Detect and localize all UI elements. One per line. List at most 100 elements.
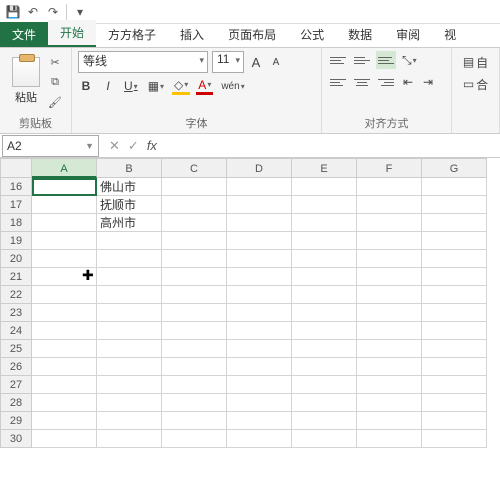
- tab-insert[interactable]: 插入: [168, 22, 216, 47]
- font-name-select[interactable]: 等线: [78, 51, 208, 73]
- cell[interactable]: [97, 232, 162, 250]
- cell[interactable]: [97, 358, 162, 376]
- row-header[interactable]: 19: [0, 232, 32, 250]
- tab-fangfanggezi[interactable]: 方方格子: [96, 22, 168, 47]
- cell[interactable]: [422, 268, 487, 286]
- cell[interactable]: [227, 304, 292, 322]
- row-header[interactable]: 17: [0, 196, 32, 214]
- cell[interactable]: [422, 232, 487, 250]
- cell[interactable]: [357, 250, 422, 268]
- cell[interactable]: [227, 340, 292, 358]
- row-header[interactable]: 21: [0, 268, 32, 286]
- name-box[interactable]: A2 ▼: [2, 135, 99, 157]
- cell[interactable]: [162, 196, 227, 214]
- cell[interactable]: [162, 268, 227, 286]
- column-header[interactable]: C: [162, 158, 227, 178]
- redo-icon[interactable]: ↷: [44, 3, 62, 21]
- copy-icon[interactable]: ⧉: [46, 73, 64, 91]
- cell[interactable]: [422, 286, 487, 304]
- cell[interactable]: [32, 322, 97, 340]
- select-all-corner[interactable]: [0, 158, 32, 178]
- cell[interactable]: [227, 268, 292, 286]
- row-header[interactable]: 23: [0, 304, 32, 322]
- cell[interactable]: [422, 196, 487, 214]
- align-center-button[interactable]: [352, 73, 372, 91]
- save-icon[interactable]: 💾: [4, 3, 22, 21]
- cell[interactable]: [292, 322, 357, 340]
- decrease-indent-button[interactable]: ⇤: [400, 73, 416, 91]
- cell[interactable]: [162, 232, 227, 250]
- cell[interactable]: [97, 268, 162, 286]
- align-bottom-button[interactable]: [376, 51, 396, 69]
- cell[interactable]: [357, 322, 422, 340]
- cell[interactable]: [32, 286, 97, 304]
- cell[interactable]: [227, 394, 292, 412]
- cell[interactable]: [292, 268, 357, 286]
- italic-button[interactable]: I: [100, 77, 116, 95]
- cell[interactable]: [97, 394, 162, 412]
- chevron-down-icon[interactable]: ▼: [85, 141, 94, 151]
- cell[interactable]: [97, 286, 162, 304]
- column-header[interactable]: B: [97, 158, 162, 178]
- cell[interactable]: [357, 430, 422, 448]
- cell[interactable]: [162, 430, 227, 448]
- cell[interactable]: [357, 412, 422, 430]
- cell[interactable]: [292, 430, 357, 448]
- cell[interactable]: [227, 196, 292, 214]
- cell[interactable]: [32, 304, 97, 322]
- cell[interactable]: [162, 412, 227, 430]
- tab-file[interactable]: 文件: [0, 22, 48, 47]
- row-header[interactable]: 22: [0, 286, 32, 304]
- format-painter-icon[interactable]: 🖌: [46, 93, 64, 111]
- cell[interactable]: [32, 268, 97, 286]
- column-header[interactable]: A: [32, 158, 97, 178]
- cell[interactable]: [422, 340, 487, 358]
- cell[interactable]: [357, 232, 422, 250]
- row-header[interactable]: 16: [0, 178, 32, 196]
- cell[interactable]: [227, 250, 292, 268]
- cell[interactable]: [227, 178, 292, 196]
- qat-dropdown-icon[interactable]: ▾: [71, 3, 89, 21]
- cell[interactable]: [162, 376, 227, 394]
- cell[interactable]: [32, 214, 97, 232]
- paste-button[interactable]: 粘贴: [6, 51, 46, 111]
- border-button[interactable]: ▦: [146, 77, 166, 95]
- cell[interactable]: [422, 376, 487, 394]
- row-header[interactable]: 27: [0, 376, 32, 394]
- cell[interactable]: [357, 268, 422, 286]
- cell[interactable]: [32, 430, 97, 448]
- merge-button[interactable]: ▭合: [458, 75, 493, 93]
- cell[interactable]: [292, 304, 357, 322]
- orientation-button[interactable]: ⤡: [400, 51, 419, 69]
- cell[interactable]: [292, 376, 357, 394]
- cell[interactable]: [162, 394, 227, 412]
- cell[interactable]: [97, 376, 162, 394]
- cell[interactable]: [32, 232, 97, 250]
- tab-formula[interactable]: 公式: [288, 22, 336, 47]
- cut-icon[interactable]: ✂: [46, 53, 64, 71]
- cell[interactable]: [162, 178, 227, 196]
- cell[interactable]: [422, 394, 487, 412]
- cell[interactable]: [422, 250, 487, 268]
- row-header[interactable]: 28: [0, 394, 32, 412]
- increase-font-icon[interactable]: A: [248, 53, 264, 71]
- cell[interactable]: [162, 214, 227, 232]
- cell[interactable]: [292, 196, 357, 214]
- cell[interactable]: [32, 412, 97, 430]
- cell[interactable]: [227, 214, 292, 232]
- cell[interactable]: [162, 250, 227, 268]
- cell[interactable]: [292, 250, 357, 268]
- tab-view[interactable]: 视: [432, 22, 468, 47]
- cell[interactable]: [357, 286, 422, 304]
- cell[interactable]: [97, 412, 162, 430]
- cell[interactable]: [292, 232, 357, 250]
- cancel-formula-icon[interactable]: ✕: [109, 138, 120, 154]
- cell[interactable]: [32, 340, 97, 358]
- undo-icon[interactable]: ↶: [24, 3, 42, 21]
- cell[interactable]: [227, 430, 292, 448]
- tab-review[interactable]: 审阅: [384, 22, 432, 47]
- cell[interactable]: [422, 430, 487, 448]
- cell[interactable]: [357, 340, 422, 358]
- cell[interactable]: [357, 214, 422, 232]
- fill-color-button[interactable]: ◇: [172, 77, 190, 95]
